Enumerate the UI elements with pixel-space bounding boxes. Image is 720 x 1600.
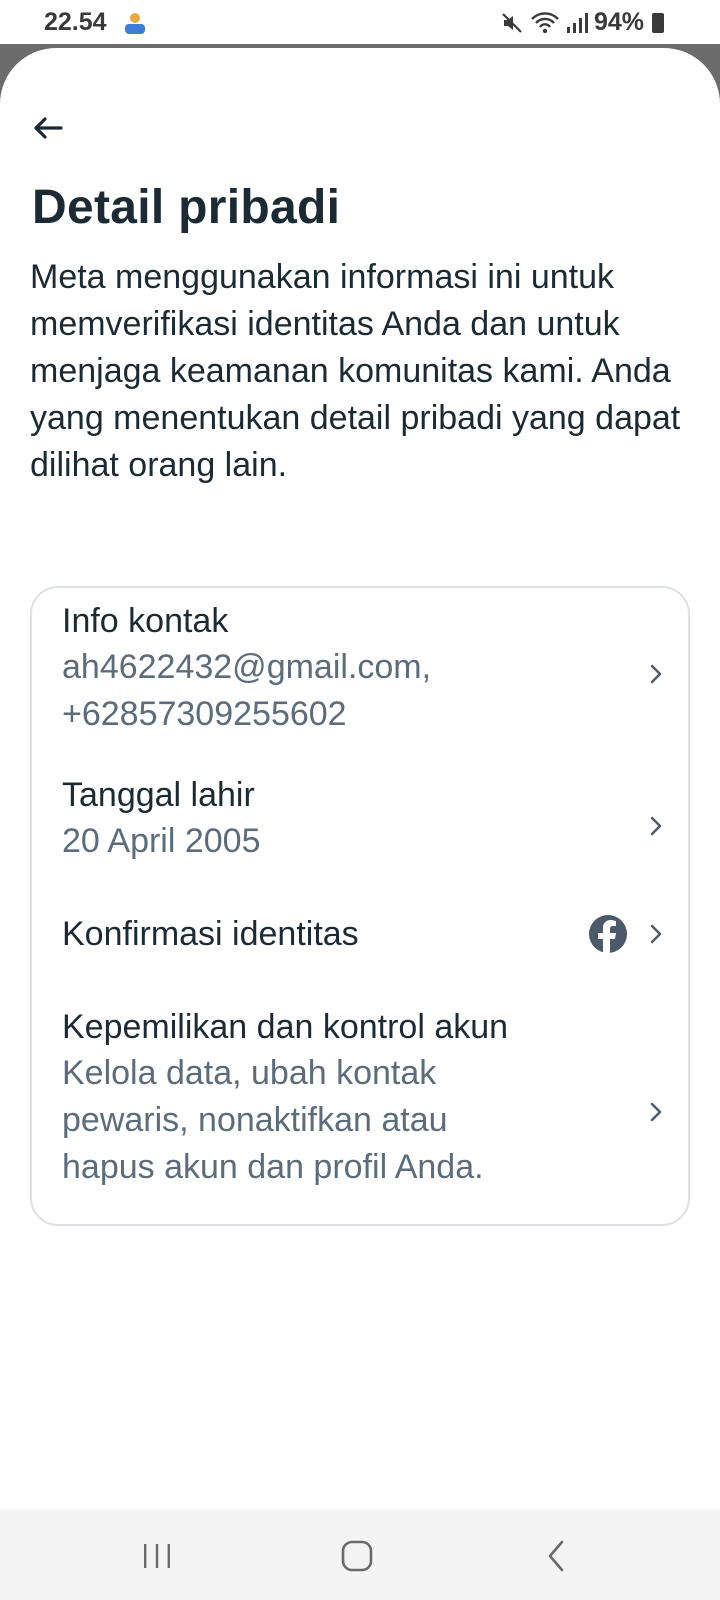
notification-icon: [125, 13, 145, 34]
mute-icon: [502, 12, 522, 33]
chevron-right-icon: [650, 924, 662, 944]
status-icons: 94%: [500, 8, 664, 37]
row-title: Info kontak: [62, 602, 229, 640]
row-contact-info[interactable]: Info kontak ah4622432@gmail.com, +628573…: [62, 598, 672, 748]
personal-details-card: Info kontak ah4622432@gmail.com, +628573…: [30, 586, 690, 1226]
recent-apps-button[interactable]: [132, 1536, 182, 1576]
home-icon: [341, 1540, 373, 1572]
signal-icon: [566, 12, 588, 33]
battery-icon: [652, 12, 664, 33]
home-button[interactable]: [332, 1536, 382, 1576]
row-subtitle: 20 April 2005: [62, 822, 261, 860]
back-button[interactable]: [28, 108, 68, 148]
facebook-icon: [589, 915, 627, 953]
system-back-button[interactable]: [532, 1536, 582, 1576]
chevron-right-icon: [650, 1102, 662, 1122]
chevron-right-icon: [650, 664, 662, 684]
status-time: 22.54: [44, 8, 107, 36]
row-subtitle: pewaris, nonaktifkan atau: [62, 1101, 448, 1139]
battery-percent: 94%: [593, 8, 644, 36]
row-birthday[interactable]: Tanggal lahir 20 April 2005: [62, 772, 672, 872]
row-account-ownership[interactable]: Kepemilikan dan kontrol akun Kelola data…: [62, 1004, 672, 1194]
row-title: Konfirmasi identitas: [62, 915, 359, 953]
row-title: Kepemilikan dan kontrol akun: [62, 1008, 509, 1046]
wifi-icon: [531, 11, 559, 33]
system-nav-bar: [0, 1510, 720, 1600]
page-title: Detail pribadi: [32, 181, 341, 234]
arrow-left-icon: [34, 117, 63, 139]
page-description: Meta menggunakan informasi ini untuk mem…: [30, 258, 681, 484]
back-icon: [548, 1540, 564, 1572]
status-bar: 22.54 94%: [0, 0, 720, 44]
row-subtitle: Kelola data, ubah kontak: [62, 1054, 437, 1092]
row-title: Tanggal lahir: [62, 776, 255, 814]
row-subtitle: ah4622432@gmail.com,: [62, 648, 432, 686]
row-identity-confirmation[interactable]: Konfirmasi identitas: [62, 906, 672, 962]
row-subtitle: hapus akun dan profil Anda.: [62, 1148, 484, 1186]
row-subtitle: +62857309255602: [62, 695, 347, 733]
recent-apps-icon: [144, 1544, 170, 1568]
chevron-right-icon: [650, 816, 662, 836]
